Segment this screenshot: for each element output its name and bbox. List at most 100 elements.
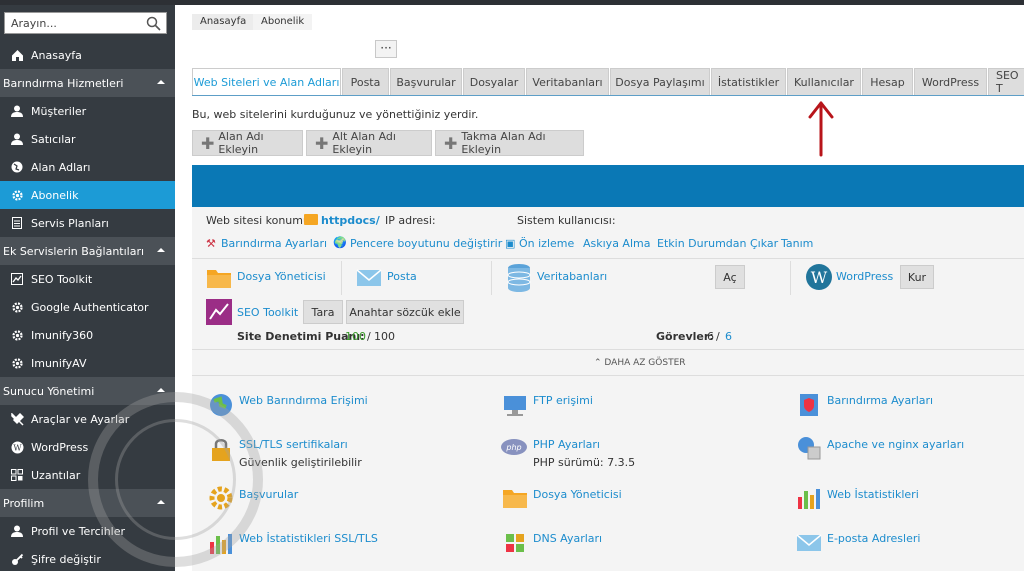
search-input[interactable]: Arayın... [4, 12, 167, 34]
dns-icon [502, 530, 528, 556]
domain-header-band [192, 165, 1024, 207]
sidebar-item-abonelik[interactable]: Abonelik [0, 181, 175, 209]
key-icon [9, 551, 25, 567]
main-content: Anasayfa Abonelik ··· Web Siteleri ve Al… [175, 5, 1024, 571]
tab-hesap[interactable]: Hesap [862, 68, 913, 96]
tool-file-manager[interactable]: Dosya Yöneticisi [533, 488, 622, 501]
tab-dosya-paylasimi[interactable]: Dosya Paylaşımı [610, 68, 710, 96]
php-icon: php [500, 437, 527, 463]
collapse-caret-icon[interactable] [157, 248, 165, 252]
plus-icon: ✚ [444, 133, 458, 153]
tab-basvurular[interactable]: Başvurular [390, 68, 462, 96]
sidebar-item-alan-adlari[interactable]: Alan Adları [0, 153, 175, 181]
divider [341, 261, 342, 295]
sidebar-item-anasayfa[interactable]: Anasayfa [0, 41, 175, 69]
divider [192, 349, 1024, 350]
system-user-label: Sistem kullanıcısı: [517, 214, 616, 227]
tab-istatistikler[interactable]: İstatistikler [711, 68, 786, 96]
svg-text:W: W [13, 443, 22, 452]
ftp-icon [502, 392, 528, 418]
file-manager-link[interactable]: Dosya Yöneticisi [237, 270, 326, 283]
score-max: 100 [374, 330, 395, 343]
hosting-settings-link[interactable]: Barındırma Ayarları [221, 237, 327, 250]
tab-kullanicilar[interactable]: Kullanıcılar [787, 68, 861, 96]
tasks-separator: / [716, 330, 720, 343]
sidebar-item-saticilar[interactable]: Satıcılar [0, 125, 175, 153]
breadcrumb-abonelik[interactable]: Abonelik [253, 14, 313, 30]
scan-button[interactable]: Tara [303, 300, 343, 324]
resize-window-link[interactable]: Pencere boyutunu değiştirir [350, 237, 502, 250]
tab-posta[interactable]: Posta [342, 68, 389, 96]
svg-text:W: W [811, 268, 828, 287]
sidebar-item-imunify360[interactable]: Imunify360 [0, 321, 175, 349]
user-icon [9, 103, 25, 119]
open-button[interactable]: Aç [715, 265, 745, 289]
plus-icon: ✚ [201, 133, 215, 153]
divider [491, 261, 492, 295]
tab-veritabanlari[interactable]: Veritabanları [526, 68, 609, 96]
search-icon[interactable] [146, 16, 161, 31]
plus-icon: ✚ [315, 133, 329, 153]
install-button[interactable]: Kur [900, 265, 934, 289]
stats-icon [796, 485, 822, 511]
tool-email-addresses[interactable]: E-posta Adresleri [827, 532, 920, 545]
tool-hosting-settings[interactable]: Barındırma Ayarları [827, 394, 933, 407]
tool-php-settings[interactable]: PHP Ayarları [533, 438, 600, 451]
tool-ftp-access[interactable]: FTP erişimi [533, 394, 593, 407]
add-domain-button[interactable]: ✚ Alan Adı Ekleyin [192, 130, 303, 156]
tool-apache-nginx[interactable]: Apache ve nginx ayarları [827, 438, 964, 451]
globe-icon: 🌍 [333, 236, 347, 249]
svg-text:php: php [505, 443, 521, 452]
preview-link[interactable]: Ön izleme [519, 237, 574, 250]
tool-web-hosting-access[interactable]: Web Barındırma Erişimi [239, 394, 368, 407]
wordpress-icon: W [9, 439, 25, 455]
mail-icon [356, 265, 382, 291]
suspend-link[interactable]: Askıya Alma [583, 237, 650, 250]
sidebar-item-musteriler[interactable]: Müşteriler [0, 97, 175, 125]
tool-web-statistics[interactable]: Web İstatistikleri [827, 488, 919, 501]
location-label: Web sitesi konumu [206, 214, 310, 227]
collapse-caret-icon[interactable] [157, 80, 165, 84]
score-value: 100 [345, 330, 366, 343]
httpdocs-link[interactable]: httpdocs/ [321, 214, 380, 227]
user-icon [9, 131, 25, 147]
score-separator: / [367, 330, 371, 343]
server-icon [796, 392, 822, 418]
tab-dosyalar[interactable]: Dosyalar [463, 68, 525, 96]
collapse-caret-icon[interactable] [157, 388, 165, 392]
page-description: Bu, web sitelerini kurduğunuz ve yönetti… [192, 108, 479, 121]
breadcrumb-anasayfa[interactable]: Anasayfa [192, 14, 255, 30]
add-alias-button[interactable]: ✚ Takma Alan Adı Ekleyin [435, 130, 584, 156]
tasks-value: 6 [707, 330, 714, 343]
deactivate-link[interactable]: Etkin Durumdan Çıkar [657, 237, 778, 250]
sidebar-item-seo-toolkit[interactable]: SEO Toolkit [0, 265, 175, 293]
tool-dns-settings[interactable]: DNS Ayarları [533, 532, 602, 545]
mail-link[interactable]: Posta [387, 270, 417, 283]
tab-wordpress[interactable]: WordPress [914, 68, 987, 96]
show-less-link[interactable]: ⌃ DAHA AZ GÖSTER [594, 358, 686, 368]
divider [790, 261, 791, 295]
gear-icon [9, 299, 25, 315]
sidebar-group-barindirma[interactable]: Barındırma Hizmetleri [0, 69, 175, 97]
tab-seo[interactable]: SEO T [988, 68, 1024, 96]
tab-web-siteleri[interactable]: Web Siteleri ve Alan Adları [192, 68, 341, 96]
tools-icon [9, 411, 25, 427]
databases-link[interactable]: Veritabanları [537, 270, 607, 283]
description-link[interactable]: Tanım [781, 237, 813, 250]
divider [192, 258, 1024, 259]
wordpress-link[interactable]: WordPress [836, 270, 893, 283]
wordpress-icon: W [805, 263, 832, 290]
sidebar-item-google-authenticator[interactable]: Google Authenticator [0, 293, 175, 321]
add-subdomain-button[interactable]: ✚ Alt Alan Adı Ekleyin [306, 130, 432, 156]
database-icon [506, 263, 532, 292]
home-icon [9, 47, 25, 63]
gear-icon [9, 327, 25, 343]
seo-toolkit-link[interactable]: SEO Toolkit [237, 306, 298, 319]
add-keyword-button[interactable]: Anahtar sözcük ekle [346, 300, 464, 324]
sidebar-item-imunifyav[interactable]: ImunifyAV [0, 349, 175, 377]
more-actions-button[interactable]: ··· [375, 40, 397, 58]
tool-web-statistics-ssl[interactable]: Web İstatistikleri SSL/TLS [239, 532, 378, 545]
hosting-settings-icon: ⚒ [206, 237, 216, 250]
sidebar-item-servis-planlari[interactable]: Servis Planları [0, 209, 175, 237]
sidebar-group-ek-servisler[interactable]: Ek Servislerin Bağlantıları [0, 237, 175, 265]
